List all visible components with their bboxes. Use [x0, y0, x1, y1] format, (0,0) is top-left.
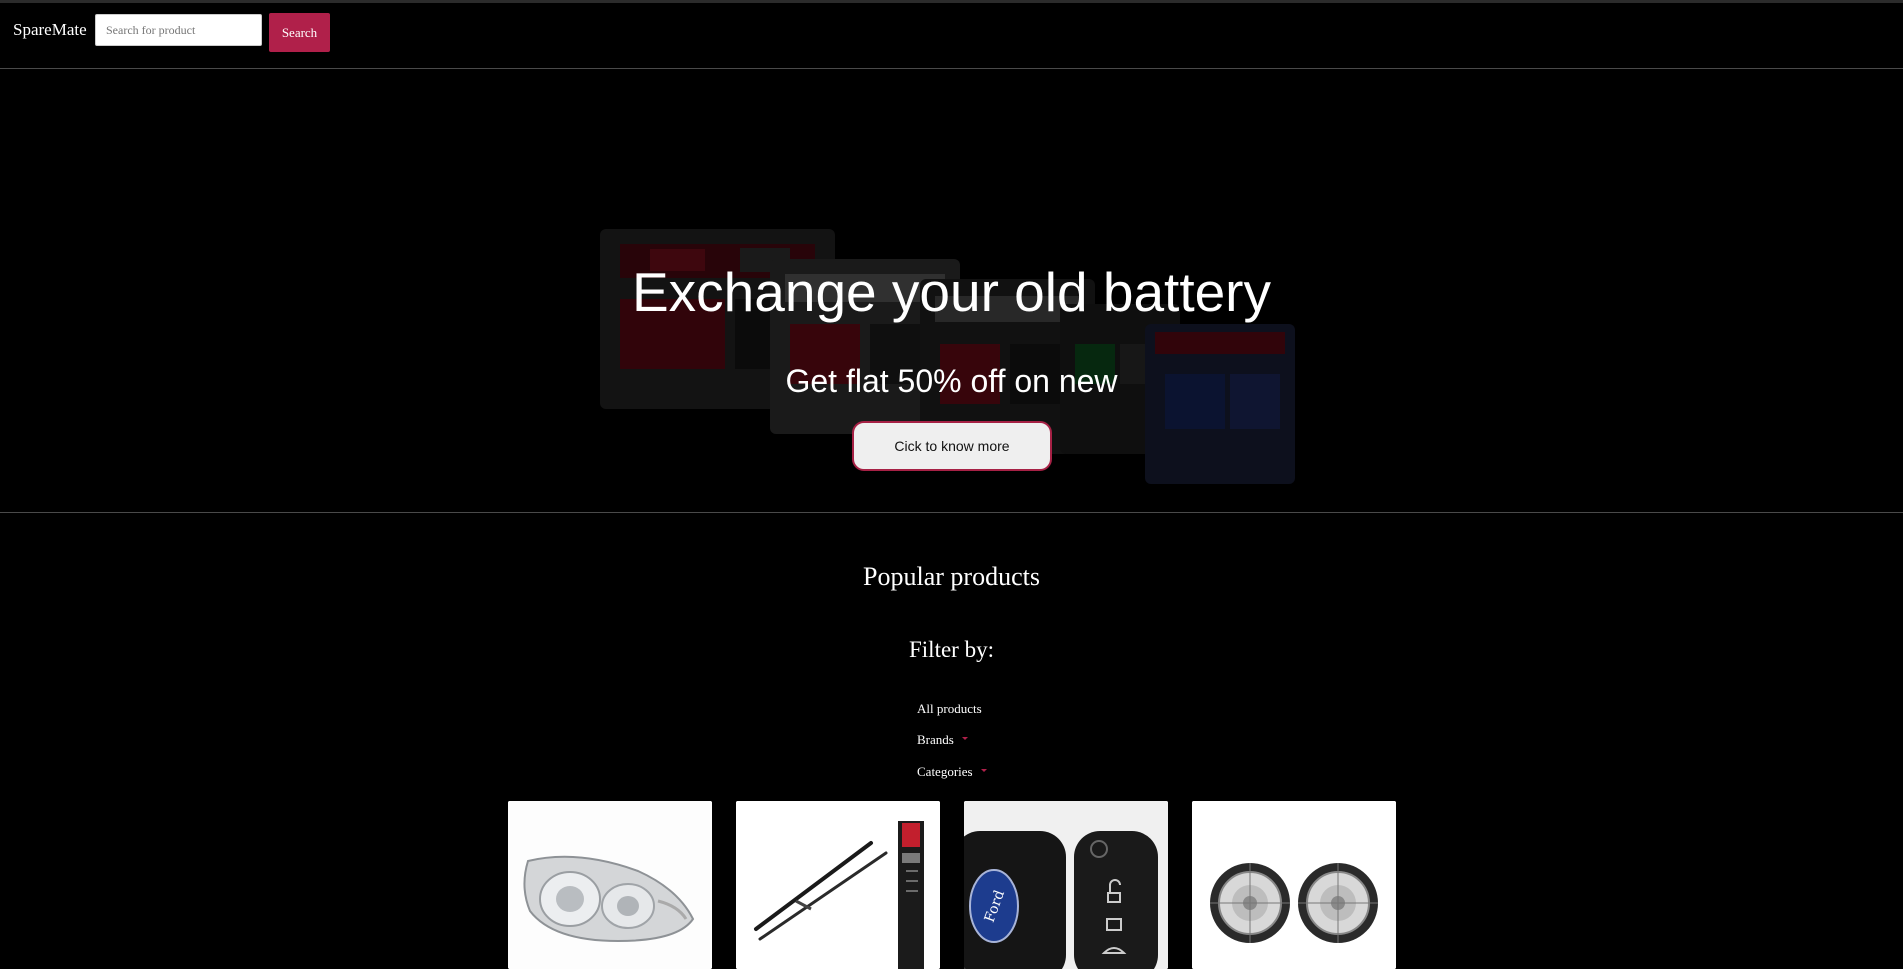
wiper-blades-image [736, 801, 940, 969]
filter-all-products-label: All products [917, 701, 982, 716]
fog-lamps-image [1192, 801, 1396, 969]
car-key-cover-image: Ford [964, 801, 1168, 969]
product-card-fog-lamps[interactable] [1192, 801, 1396, 969]
hero-title: Exchange your old battery [632, 261, 1271, 323]
headlight-image [508, 801, 712, 969]
search-button[interactable]: Search [269, 13, 330, 52]
filter-brands-label: Brands [917, 732, 954, 747]
hero-banner: Exchange your old battery Get flat 50% o… [0, 69, 1903, 513]
know-more-button[interactable]: Cick to know more [852, 421, 1052, 471]
product-card-wiper-blades[interactable] [736, 801, 940, 969]
filter-all-products[interactable]: All products [917, 701, 982, 717]
product-card-car-key-cover[interactable]: Ford [964, 801, 1168, 969]
popular-products-heading: Popular products [863, 562, 1040, 591]
chevron-down-icon [980, 769, 987, 772]
filter-categories-label: Categories [917, 764, 973, 779]
chevron-down-icon [961, 737, 968, 740]
filter-brands-dropdown[interactable]: Brands [917, 732, 968, 748]
hero-subtitle: Get flat 50% off on new [785, 363, 1118, 399]
search-input[interactable] [95, 14, 262, 46]
filter-categories-dropdown[interactable]: Categories [917, 764, 987, 780]
product-card-headlight[interactable] [508, 801, 712, 969]
navbar: SpareMate Search [0, 3, 1903, 69]
filter-by-heading: Filter by: [909, 637, 994, 662]
brand-logo[interactable]: SpareMate [13, 20, 87, 40]
